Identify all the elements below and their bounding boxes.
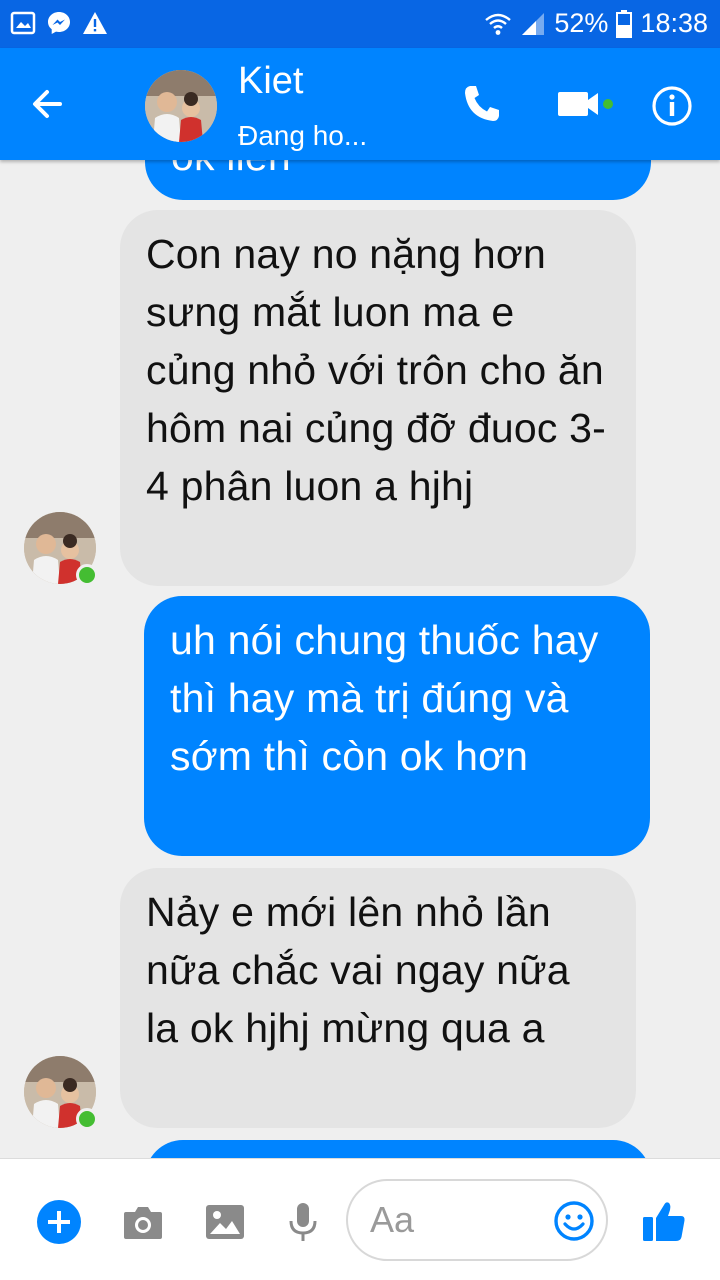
message-text: uh nói chung thuốc hay thì hay mà trị đú… — [170, 617, 599, 779]
plus-icon[interactable] — [36, 1199, 82, 1245]
message-bubble-outgoing[interactable]: uh nói chung thuốc hay thì hay mà trị đú… — [144, 596, 650, 856]
online-indicator — [76, 564, 98, 586]
phone-icon[interactable] — [454, 76, 510, 132]
message-bubble-outgoing[interactable]: ok liền — [145, 160, 651, 200]
battery-percentage: 52% — [554, 8, 609, 38]
message-bubble-outgoing[interactable] — [145, 1140, 651, 1158]
warning-icon — [83, 12, 107, 34]
contact-name[interactable]: Kiet — [238, 60, 303, 103]
message-bubble-incoming[interactable]: Con nay no nặng hơn sưng mắt luon ma e c… — [120, 210, 636, 586]
message-composer: Aa — [0, 1158, 720, 1280]
status-bar: 52% 18:38 — [0, 0, 720, 48]
back-arrow-icon[interactable] — [22, 78, 74, 130]
notification-icons — [10, 10, 108, 36]
messenger-icon — [48, 12, 70, 34]
message-text: ok liền — [171, 160, 291, 179]
thumbs-up-icon[interactable] — [640, 1197, 688, 1245]
wifi-icon — [485, 13, 512, 35]
conversation-header: Kiet Đang ho... — [0, 48, 720, 160]
message-text: Nảy e mới lên nhỏ lần nữa chắc vai ngay … — [146, 889, 570, 1051]
signal-icon — [522, 12, 545, 35]
gallery-icon — [10, 11, 36, 35]
message-list[interactable]: ok liền Con nay no nặng hơn sưng mắt luo… — [0, 160, 720, 1158]
camera-icon[interactable] — [120, 1199, 166, 1245]
battery-icon — [616, 9, 633, 38]
input-placeholder: Aa — [370, 1199, 415, 1240]
contact-avatar[interactable] — [145, 70, 217, 142]
message-text: Con nay no nặng hơn sưng mắt luon ma e c… — [146, 231, 606, 509]
emoji-icon[interactable] — [552, 1199, 596, 1243]
avatar-photo — [145, 70, 217, 142]
sender-avatar[interactable] — [24, 512, 98, 586]
microphone-icon[interactable] — [280, 1199, 326, 1245]
image-icon[interactable] — [202, 1199, 248, 1245]
online-indicator — [76, 1108, 98, 1130]
clock: 18:38 — [640, 8, 708, 38]
contact-status: Đang ho... — [238, 120, 368, 151]
info-icon[interactable] — [648, 76, 696, 132]
video-camera-icon[interactable] — [552, 76, 618, 132]
message-input[interactable]: Aa — [346, 1179, 608, 1261]
sender-avatar[interactable] — [24, 1056, 98, 1130]
system-status: 52% 18:38 — [484, 8, 708, 39]
message-bubble-incoming[interactable]: Nảy e mới lên nhỏ lần nữa chắc vai ngay … — [120, 868, 636, 1128]
